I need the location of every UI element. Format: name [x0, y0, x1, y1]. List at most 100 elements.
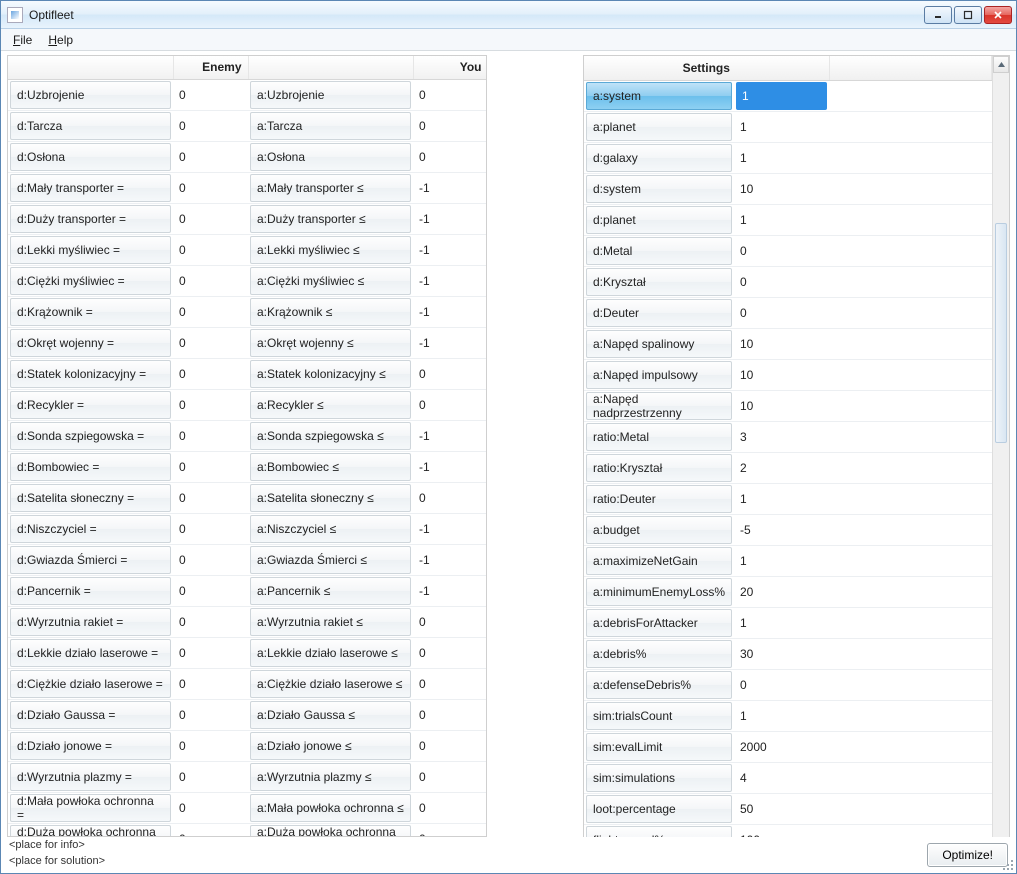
table-row[interactable]: sim:trialsCount1 — [584, 701, 992, 732]
table-row[interactable]: ratio:Kryształ2 — [584, 453, 992, 484]
enemy-value[interactable]: 0 — [173, 670, 248, 698]
setting-value[interactable]: 0 — [734, 299, 829, 327]
you-value[interactable]: -1 — [413, 515, 487, 543]
you-value[interactable]: -1 — [413, 174, 487, 202]
enemy-label[interactable]: d:Mała powłoka ochronna = — [10, 794, 171, 822]
you-value[interactable]: 0 — [413, 143, 487, 171]
table-row[interactable]: a:Napęd impulsowy10 — [584, 360, 992, 391]
enemy-value[interactable]: 0 — [173, 360, 248, 388]
enemy-label[interactable]: d:Ciężkie działo laserowe = — [10, 670, 171, 698]
setting-key[interactable]: a:Napęd spalinowy — [586, 330, 732, 358]
table-row[interactable]: d:Deuter0 — [584, 298, 992, 329]
fleet-table[interactable]: Enemy You d:Uzbrojenie0a:Uzbrojenie0d:Ta… — [7, 55, 487, 837]
you-value[interactable]: 0 — [413, 360, 487, 388]
setting-value[interactable]: -5 — [734, 516, 829, 544]
you-value[interactable]: 0 — [413, 794, 487, 822]
table-row[interactable]: d:Recykler =0a:Recykler ≤0 — [8, 390, 487, 421]
col-settings-blank[interactable] — [829, 56, 992, 81]
table-row[interactable]: ratio:Deuter1 — [584, 484, 992, 515]
table-row[interactable]: a:minimumEnemyLoss%20 — [584, 577, 992, 608]
table-row[interactable]: d:Uzbrojenie0a:Uzbrojenie0 — [8, 80, 487, 111]
table-row[interactable]: a:system1 — [584, 81, 992, 112]
you-label[interactable]: a:Mała powłoka ochronna ≤ — [250, 794, 411, 822]
setting-value[interactable]: 4 — [734, 764, 829, 792]
setting-key[interactable]: d:planet — [586, 206, 732, 234]
enemy-value[interactable]: 0 — [173, 298, 248, 326]
you-label[interactable]: a:Tarcza — [250, 112, 411, 140]
enemy-label[interactable]: d:Lekki myśliwiec = — [10, 236, 171, 264]
you-value[interactable]: 0 — [413, 825, 487, 837]
setting-value[interactable]: 10 — [734, 361, 829, 389]
enemy-value[interactable]: 0 — [173, 112, 248, 140]
table-row[interactable]: d:Wyrzutnia plazmy =0a:Wyrzutnia plazmy … — [8, 762, 487, 793]
you-label[interactable]: a:Działo Gaussa ≤ — [250, 701, 411, 729]
table-row[interactable]: d:Niszczyciel =0a:Niszczyciel ≤-1 — [8, 514, 487, 545]
enemy-value[interactable]: 0 — [173, 81, 248, 109]
enemy-label[interactable]: d:Krążownik = — [10, 298, 171, 326]
setting-key[interactable]: a:defenseDebris% — [586, 671, 732, 699]
you-label[interactable]: a:Ciężkie działo laserowe ≤ — [250, 670, 411, 698]
setting-value[interactable]: 1 — [734, 702, 829, 730]
enemy-value[interactable]: 0 — [173, 701, 248, 729]
table-row[interactable]: d:Mały transporter =0a:Mały transporter … — [8, 173, 487, 204]
table-row[interactable]: d:Statek kolonizacyjny =0a:Statek koloni… — [8, 359, 487, 390]
setting-key[interactable]: flight:speed% — [586, 826, 732, 837]
resize-grip-icon[interactable] — [1000, 857, 1014, 871]
table-row[interactable]: d:Lekki myśliwiec =0a:Lekki myśliwiec ≤-… — [8, 235, 487, 266]
setting-key[interactable]: d:galaxy — [586, 144, 732, 172]
you-value[interactable]: 0 — [413, 639, 487, 667]
setting-key[interactable]: sim:trialsCount — [586, 702, 732, 730]
setting-key[interactable]: d:Deuter — [586, 299, 732, 327]
minimize-button[interactable] — [924, 6, 952, 24]
enemy-value[interactable]: 0 — [173, 608, 248, 636]
setting-key[interactable]: ratio:Metal — [586, 423, 732, 451]
setting-key[interactable]: a:Napęd impulsowy — [586, 361, 732, 389]
you-label[interactable]: a:Krążownik ≤ — [250, 298, 411, 326]
table-row[interactable]: d:Wyrzutnia rakiet =0a:Wyrzutnia rakiet … — [8, 607, 487, 638]
table-row[interactable]: d:Satelita słoneczny =0a:Satelita słonec… — [8, 483, 487, 514]
table-row[interactable]: a:Napęd spalinowy10 — [584, 329, 992, 360]
enemy-value[interactable]: 0 — [173, 391, 248, 419]
you-value[interactable]: -1 — [413, 236, 487, 264]
you-value[interactable]: 0 — [413, 608, 487, 636]
enemy-label[interactable]: d:Bombowiec = — [10, 453, 171, 481]
you-value[interactable]: -1 — [413, 329, 487, 357]
you-label[interactable]: a:Ciężki myśliwiec ≤ — [250, 267, 411, 295]
you-label[interactable]: a:Sonda szpiegowska ≤ — [250, 422, 411, 450]
table-row[interactable]: d:Duży transporter =0a:Duży transporter … — [8, 204, 487, 235]
table-row[interactable]: d:Mała powłoka ochronna = 0a:Mała powłoka… — [8, 793, 487, 824]
enemy-label[interactable]: d:Ciężki myśliwiec = — [10, 267, 171, 295]
you-label[interactable]: a:Niszczyciel ≤ — [250, 515, 411, 543]
table-row[interactable]: d:Okręt wojenny =0a:Okręt wojenny ≤-1 — [8, 328, 487, 359]
you-label[interactable]: a:Osłona — [250, 143, 411, 171]
setting-value[interactable]: 100 — [734, 826, 829, 837]
you-label[interactable]: a:Pancernik ≤ — [250, 577, 411, 605]
table-row[interactable]: a:budget-5 — [584, 515, 992, 546]
enemy-value[interactable]: 0 — [173, 546, 248, 574]
table-row[interactable]: d:Kryształ0 — [584, 267, 992, 298]
setting-value[interactable]: 1 — [734, 547, 829, 575]
enemy-label[interactable]: d:Tarcza — [10, 112, 171, 140]
enemy-value[interactable]: 0 — [173, 267, 248, 295]
you-label[interactable]: a:Statek kolonizacyjny ≤ — [250, 360, 411, 388]
enemy-label[interactable]: d:Lekkie działo laserowe = — [10, 639, 171, 667]
table-row[interactable]: sim:simulations4 — [584, 763, 992, 794]
scroll-thumb[interactable] — [995, 223, 1007, 443]
enemy-value[interactable]: 0 — [173, 329, 248, 357]
enemy-value[interactable]: 0 — [173, 143, 248, 171]
setting-key[interactable]: ratio:Deuter — [586, 485, 732, 513]
table-row[interactable]: d:planet1 — [584, 205, 992, 236]
you-value[interactable]: -1 — [413, 546, 487, 574]
you-value[interactable]: -1 — [413, 267, 487, 295]
you-value[interactable]: -1 — [413, 298, 487, 326]
you-value[interactable]: -1 — [413, 205, 487, 233]
setting-value[interactable]: 1 — [734, 113, 829, 141]
table-row[interactable]: a:debrisForAttacker1 — [584, 608, 992, 639]
setting-value[interactable]: 3 — [734, 423, 829, 451]
enemy-label[interactable]: d:Mały transporter = — [10, 174, 171, 202]
table-row[interactable]: d:Metal0 — [584, 236, 992, 267]
table-row[interactable]: d:Krążownik =0a:Krążownik ≤-1 — [8, 297, 487, 328]
table-row[interactable]: d:Bombowiec =0a:Bombowiec ≤-1 — [8, 452, 487, 483]
table-row[interactable]: loot:percentage50 — [584, 794, 992, 825]
enemy-value[interactable]: 0 — [173, 174, 248, 202]
